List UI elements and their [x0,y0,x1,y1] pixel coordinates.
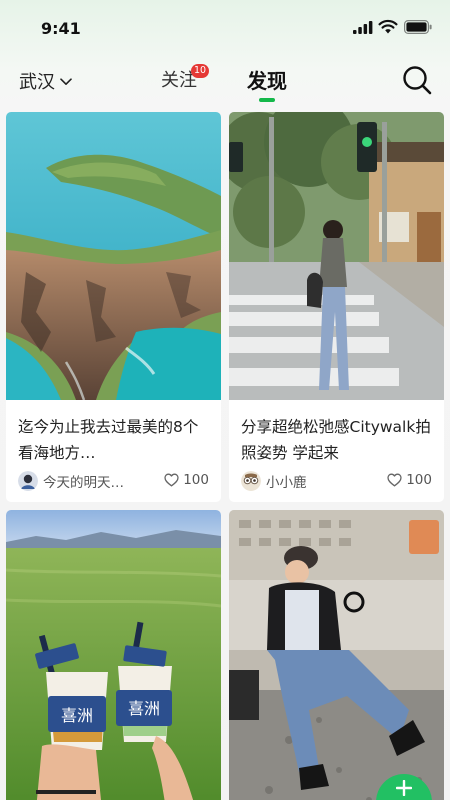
avatar [18,471,38,491]
card-image-coastal-cliffs [6,112,221,400]
heart-icon [164,473,179,487]
tab-discover-label: 发现 [247,69,287,93]
author-name: 小小鹿 [266,475,307,491]
feed-card[interactable] [229,510,444,800]
feed: 迄今为止我去过最美的8个看海地方… 今天的明天… 100 分享超绝松弛感City… [0,110,450,800]
search-icon[interactable] [401,64,433,96]
signal-icon [353,21,373,34]
feed-card[interactable]: 分享超绝松弛感Citywalk拍照姿势 学起来 小小鹿 100 [229,112,444,502]
city-label: 武汉 [19,72,55,93]
like-count: 100 [183,472,209,488]
feed-card[interactable]: 迄今为止我去过最美的8个看海地方… 今天的明天… 100 [6,112,221,502]
card-image-grassland-drinks: 喜洲 喜洲 [6,510,221,800]
screen: 9:41 武汉 关注 10 发现 迄今为止我去过最美的8个看海地方… 今天的明天… [0,0,450,800]
cup-label: 喜洲 [128,699,160,718]
top-nav: 武汉 关注 10 发现 [0,56,450,106]
card-author[interactable]: 今天的明天… [18,471,124,491]
author-name: 今天的明天… [43,475,124,491]
active-tab-indicator [259,98,275,102]
battery-icon [404,20,432,34]
wifi-icon [378,19,398,34]
status-bar: 9:41 [0,0,450,56]
chevron-down-icon [60,78,72,85]
card-image-street-crosswalk [229,112,444,400]
avatar [241,471,261,491]
city-selector[interactable]: 武汉 [19,68,72,94]
card-title: 迄今为止我去过最美的8个看海地方… [18,418,199,462]
feed-card[interactable]: 喜洲 喜洲 [6,510,221,800]
heart-icon [387,473,402,487]
like-count: 100 [406,472,432,488]
plus-icon [396,780,412,796]
card-image-man-sitting [229,510,444,800]
status-time: 9:41 [41,19,81,38]
tab-discover[interactable]: 发现 [247,65,287,94]
tab-follow[interactable]: 关注 10 [161,64,210,92]
like-button[interactable]: 100 [387,472,432,488]
card-title: 分享超绝松弛感Citywalk拍照姿势 学起来 [241,418,431,462]
like-button[interactable]: 100 [164,472,209,488]
notification-badge: 10 [191,64,210,78]
card-author[interactable]: 小小鹿 [241,471,307,491]
cup-label: 喜洲 [61,706,93,725]
